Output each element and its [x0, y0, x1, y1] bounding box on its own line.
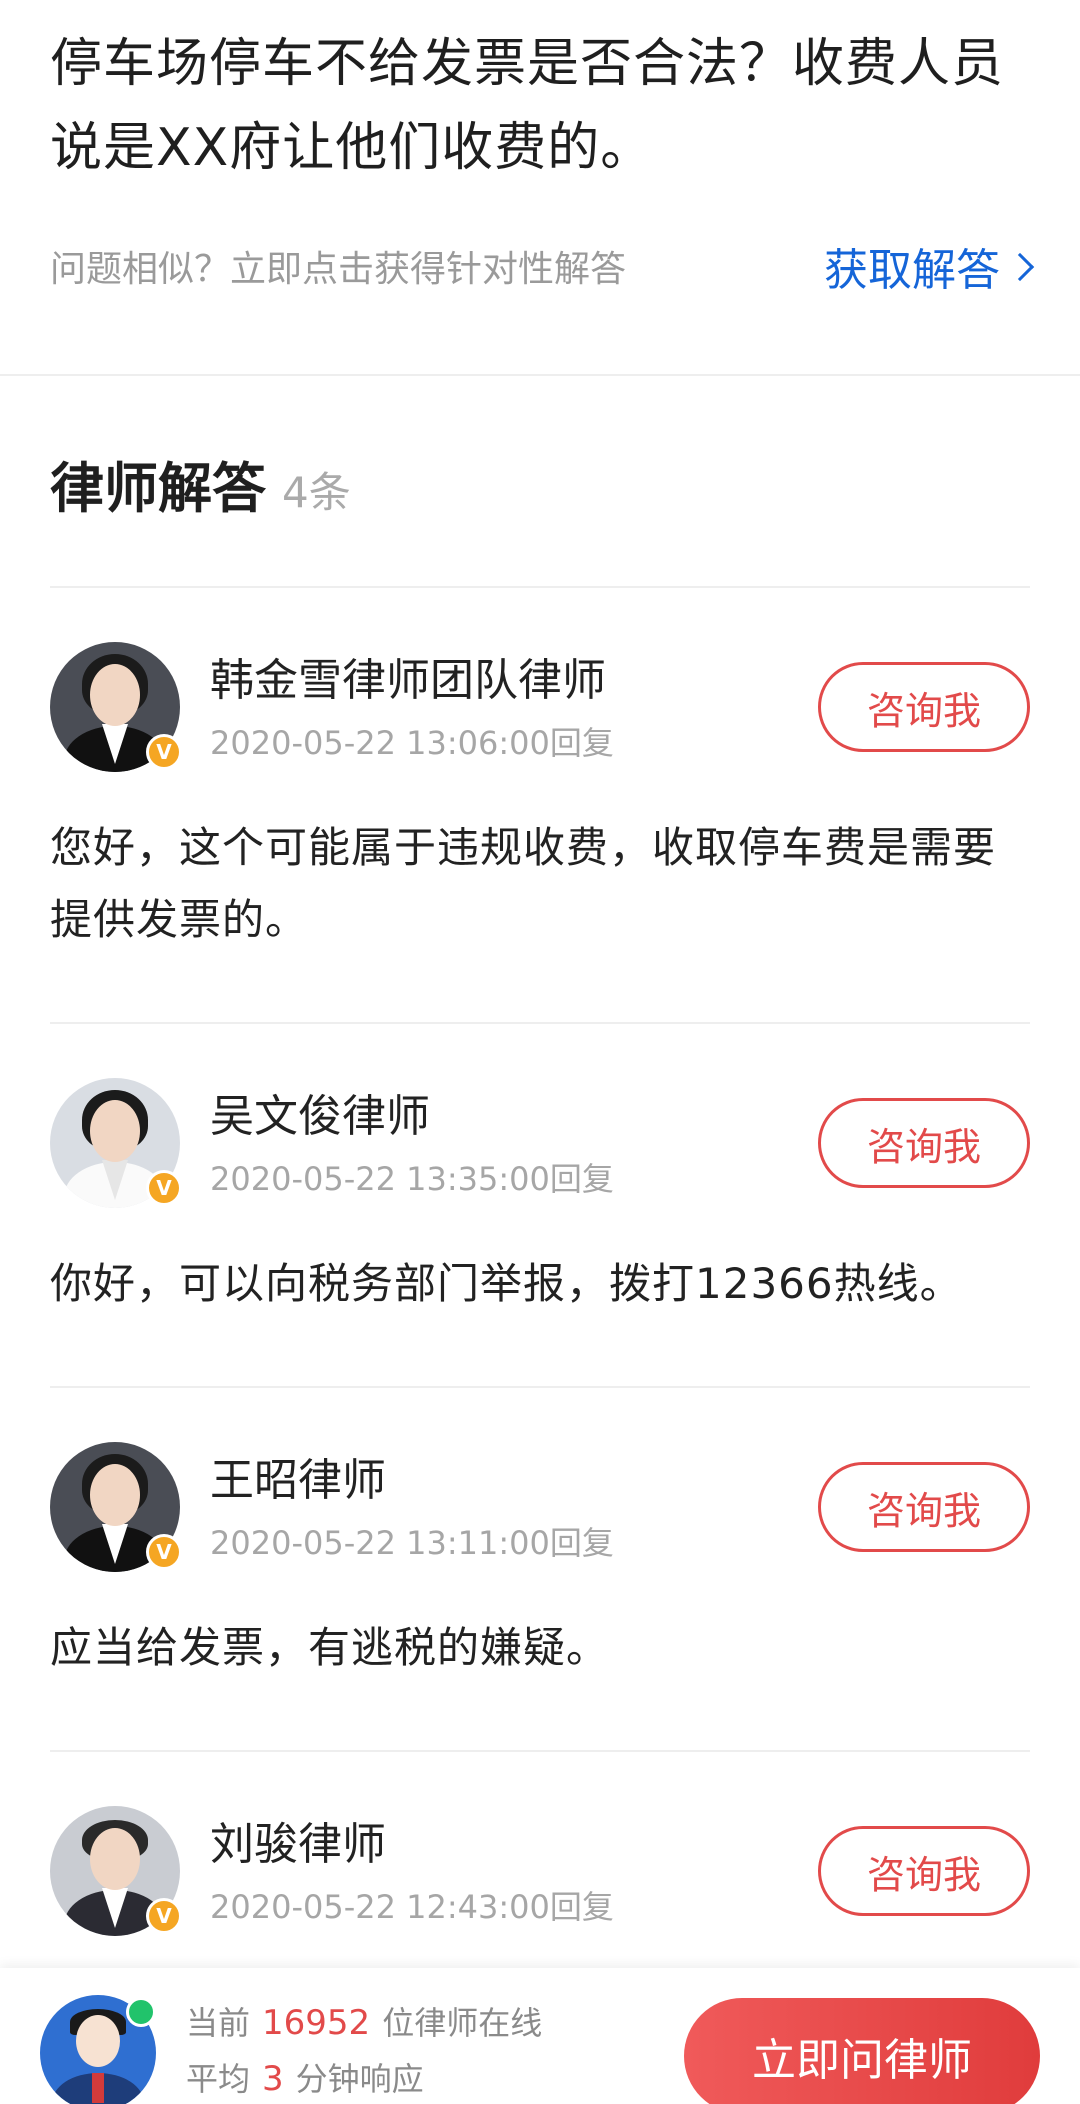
lawyer-avatar[interactable]: V: [50, 1442, 182, 1572]
verified-badge-icon: V: [146, 1534, 182, 1570]
answer-text: 应当给发票，有逃税的嫌疑。: [50, 1623, 610, 1672]
get-answer-label: 获取解答: [824, 245, 1000, 296]
answers-title: 律师解答: [50, 457, 266, 520]
reply-time: 2020-05-22 13:35:00回复: [210, 1160, 614, 1198]
lawyer-info: 吴文俊律师 2020-05-22 13:35:00回复: [210, 1086, 818, 1200]
chevron-right-icon: [1005, 252, 1035, 282]
answers-count: 4条: [282, 468, 351, 517]
lawyer-info: 刘骏律师 2020-05-22 12:43:00回复: [210, 1814, 818, 1928]
answer-header: V 王昭律师 2020-05-22 13:11:00回复 咨询我: [50, 1442, 1030, 1572]
consult-button[interactable]: 咨询我: [818, 1462, 1030, 1552]
question-hint: 问题相似？立即点击获得针对性解答: [50, 249, 627, 290]
lawyer-avatar[interactable]: V: [50, 1078, 182, 1208]
reply-time: 2020-05-22 12:43:00回复: [210, 1888, 614, 1926]
answer-header: V 韩金雪律师团队律师 2020-05-22 13:06:00回复 咨询我: [50, 642, 1030, 772]
answer-item: V 吴文俊律师 2020-05-22 13:35:00回复 咨询我 你好，可以向…: [50, 1022, 1030, 1386]
lawyer-info: 王昭律师 2020-05-22 13:11:00回复: [210, 1450, 818, 1564]
response-minutes: 3: [262, 2059, 284, 2099]
answer-item: V 韩金雪律师团队律师 2020-05-22 13:06:00回复 咨询我 您好…: [50, 586, 1030, 1022]
lawyer-service-avatar: [40, 1995, 156, 2104]
lawyer-avatar[interactable]: V: [50, 642, 182, 772]
question-section: 停车场停车不给发票是否合法？收费人员说是XX府让他们收费的。 问题相似？立即点击…: [0, 0, 1080, 376]
response-suffix: 分钟响应: [295, 2060, 424, 2098]
lawyer-name[interactable]: 韩金雪律师团队律师: [210, 650, 818, 712]
online-prefix: 当前: [186, 2004, 251, 2042]
reply-time: 2020-05-22 13:06:00回复: [210, 724, 614, 762]
ask-lawyer-button[interactable]: 立即问律师: [684, 1998, 1040, 2104]
consult-button[interactable]: 咨询我: [818, 662, 1030, 752]
response-time-line: 平均 3 分钟响应: [186, 2051, 684, 2104]
verified-badge-icon: V: [146, 1898, 182, 1934]
get-answer-link[interactable]: 获取解答: [824, 234, 1035, 298]
bottom-bar: 当前 16952 位律师在线 平均 3 分钟响应 立即问律师: [0, 1968, 1080, 2104]
consult-button[interactable]: 咨询我: [818, 1098, 1030, 1188]
answer-header: V 刘骏律师 2020-05-22 12:43:00回复 咨询我: [50, 1806, 1030, 1936]
answer-header: V 吴文俊律师 2020-05-22 13:35:00回复 咨询我: [50, 1078, 1030, 1208]
answer-text: 你好，可以向税务部门举报，拨打12366热线。: [50, 1259, 963, 1308]
online-count-line: 当前 16952 位律师在线: [186, 1995, 684, 2051]
online-suffix: 位律师在线: [382, 2004, 543, 2042]
consult-button[interactable]: 咨询我: [818, 1826, 1030, 1916]
lawyer-name[interactable]: 王昭律师: [210, 1450, 818, 1512]
lawyer-info: 韩金雪律师团队律师 2020-05-22 13:06:00回复: [210, 650, 818, 764]
answer-item: V 刘骏律师 2020-05-22 12:43:00回复 咨询我: [50, 1750, 1030, 1936]
answer-item: V 王昭律师 2020-05-22 13:11:00回复 咨询我 应当给发票，有…: [50, 1386, 1030, 1750]
reply-time: 2020-05-22 13:11:00回复: [210, 1524, 614, 1562]
answers-header: 律师解答 4条: [0, 376, 1080, 586]
online-stats: 当前 16952 位律师在线 平均 3 分钟响应: [186, 1995, 684, 2104]
response-prefix: 平均: [186, 2060, 251, 2098]
lawyer-avatar[interactable]: V: [50, 1806, 182, 1936]
verified-badge-icon: V: [146, 1170, 182, 1206]
lawyer-name[interactable]: 刘骏律师: [210, 1814, 818, 1876]
verified-badge-icon: V: [146, 734, 182, 770]
question-title: 停车场停车不给发票是否合法？收费人员说是XX府让他们收费的。: [50, 34, 1005, 178]
online-count: 16952: [262, 2003, 371, 2043]
online-status-icon: [126, 1997, 156, 2027]
answer-text: 您好，这个可能属于违规收费，收取停车费是需要提供发票的。: [50, 823, 997, 944]
question-hint-row: 问题相似？立即点击获得针对性解答 获取解答: [50, 234, 1035, 298]
lawyer-name[interactable]: 吴文俊律师: [210, 1086, 818, 1148]
